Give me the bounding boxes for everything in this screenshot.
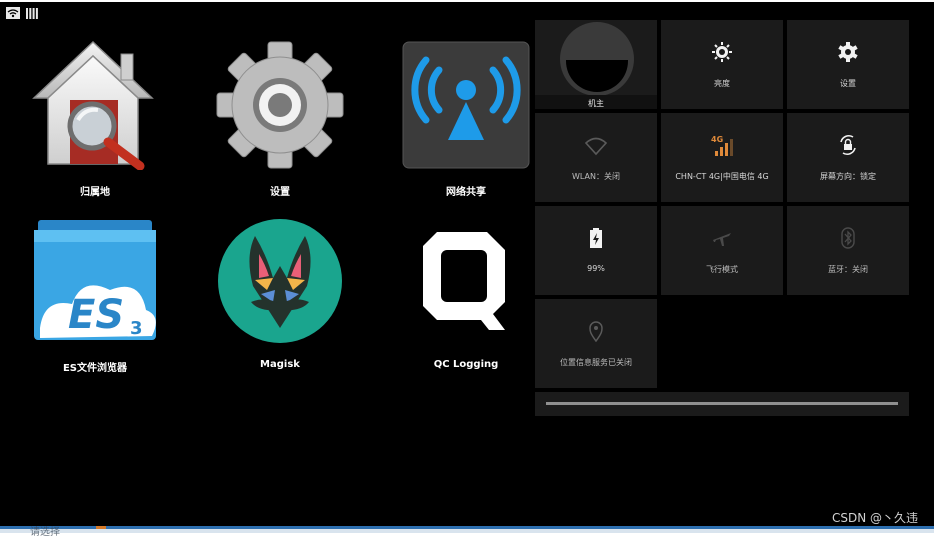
gear-icon bbox=[216, 41, 344, 169]
cellular-signal-icon: 4G bbox=[711, 135, 733, 156]
svg-text:3: 3 bbox=[130, 318, 143, 339]
battery-charging-icon bbox=[590, 228, 602, 248]
svg-text:ES: ES bbox=[68, 292, 124, 338]
cellular-badge: 4G bbox=[711, 135, 723, 144]
owner-tile[interactable]: 机主 bbox=[535, 20, 657, 109]
app-label: ES文件浏览器 bbox=[62, 363, 128, 374]
watermark: CSDN @丶久违 bbox=[831, 511, 918, 525]
wlan-label: WLAN：关闭 bbox=[571, 172, 620, 181]
airplane-tile[interactable]: 飞行模式 bbox=[661, 206, 783, 295]
airplane-label: 飞行模式 bbox=[706, 265, 738, 274]
brightness-tile[interactable]: 亮度 bbox=[661, 20, 783, 109]
host-window-strip: 请选择 bbox=[0, 526, 934, 538]
app-label: 归属地 bbox=[80, 187, 110, 198]
brightness-slider-track[interactable] bbox=[546, 402, 898, 405]
battery-tile[interactable]: 99% bbox=[535, 206, 657, 295]
app-label: QC Logging bbox=[433, 359, 499, 370]
quick-settings-panel: 机主 亮度 设置 WLAN：关闭 4G CHN-CT 4G|中国电信 4G 屏幕… bbox=[535, 20, 911, 416]
background-text-fragment: 请选择 bbox=[30, 527, 60, 538]
hotspot-icon bbox=[402, 41, 530, 169]
brightness-slider[interactable] bbox=[535, 392, 909, 416]
signal-icon bbox=[26, 8, 38, 19]
home-search-icon bbox=[32, 40, 154, 170]
app-label: Magisk bbox=[260, 359, 300, 370]
es-file-explorer-icon: ES 3 bbox=[34, 220, 156, 340]
location-pin-icon bbox=[589, 321, 603, 342]
magisk-icon bbox=[218, 219, 342, 343]
brightness-icon bbox=[712, 42, 732, 62]
wlan-tile[interactable]: WLAN：关闭 bbox=[535, 113, 657, 202]
android-screen: 归属地 设置 网络共享 ES 3 ES文件浏览器 Magisk QC Loggi… bbox=[0, 2, 934, 526]
battery-label: 99% bbox=[587, 264, 605, 273]
rotation-lock-icon bbox=[840, 135, 856, 155]
wifi-icon bbox=[6, 7, 20, 19]
app-label: 设置 bbox=[270, 187, 290, 198]
qc-logging-icon bbox=[423, 232, 505, 330]
airplane-icon bbox=[713, 233, 731, 246]
rotation-label: 屏幕方向：锁定 bbox=[820, 172, 876, 181]
bluetooth-label: 蓝牙：关闭 bbox=[828, 265, 868, 274]
avatar bbox=[560, 22, 634, 96]
settings-label: 设置 bbox=[840, 79, 856, 88]
brightness-label: 亮度 bbox=[714, 79, 730, 88]
bluetooth-tile[interactable]: 蓝牙：关闭 bbox=[787, 206, 909, 295]
location-tile[interactable]: 位置信息服务已关闭 bbox=[535, 299, 657, 388]
rotation-tile[interactable]: 屏幕方向：锁定 bbox=[787, 113, 909, 202]
cellular-label: CHN-CT 4G|中国电信 4G bbox=[675, 172, 769, 181]
location-label: 位置信息服务已关闭 bbox=[560, 358, 632, 367]
cellular-tile[interactable]: 4G CHN-CT 4G|中国电信 4G bbox=[661, 113, 783, 202]
wifi-icon bbox=[585, 137, 607, 156]
bluetooth-icon bbox=[841, 227, 855, 249]
owner-label: 机主 bbox=[588, 99, 604, 108]
settings-tile[interactable]: 设置 bbox=[787, 20, 909, 109]
gear-icon bbox=[838, 42, 858, 62]
app-label: 网络共享 bbox=[446, 187, 486, 198]
